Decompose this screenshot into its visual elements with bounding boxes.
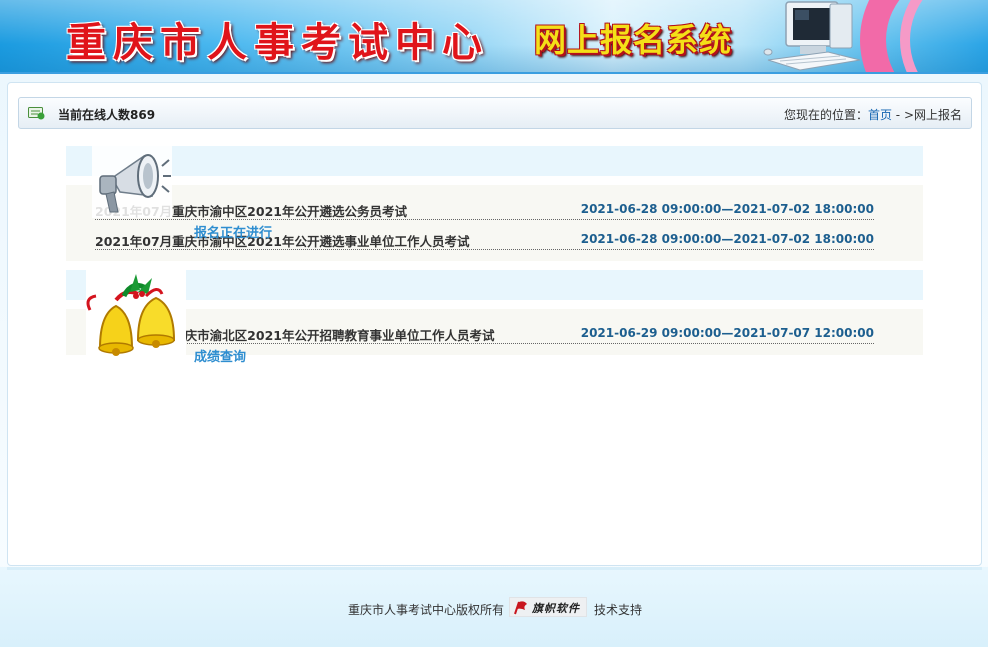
- online-count: 当前在线人数869: [58, 108, 156, 122]
- site-title: 重庆市人事考试中心: [66, 19, 489, 66]
- copyright-text: 重庆市人事考试中心版权所有: [348, 603, 505, 617]
- footer-divider: [7, 567, 982, 570]
- online-users-icon: [28, 107, 45, 120]
- section-header-scores: [66, 270, 923, 300]
- computer-icon: [763, 1, 861, 71]
- system-title: 网上报名系统: [534, 21, 733, 59]
- exam-name[interactable]: 2021年07月重庆市渝中区2021年公开遴选事业单位工作人员考试: [95, 231, 469, 250]
- flag-logo-icon: [514, 601, 527, 615]
- breadcrumb-home-link[interactable]: 首页: [868, 108, 892, 122]
- status-bar: 当前在线人数869 您现在的位置：首页 - >网上报名: [18, 97, 972, 129]
- site-footer: 重庆市人事考试中心版权所有 旗帜软件 技术支持: [0, 567, 988, 647]
- exam-row[interactable]: 2021年07月重庆市渝北区2021年公开招聘教育事业单位工作人员考试 2021…: [95, 314, 874, 344]
- exam-row[interactable]: 2021年07月重庆市渝中区2021年公开遴选公务员考试 2021-06-28 …: [95, 190, 874, 220]
- megaphone-icon: [92, 146, 172, 218]
- site-header: 重庆市人事考试中心 网上报名系统: [0, 0, 988, 74]
- breadcrumb-label: 您现在的位置：: [783, 108, 868, 122]
- header-decoration-inner: [900, 0, 988, 74]
- bells-icon: [86, 270, 186, 358]
- breadcrumb-current: - >网上报名: [891, 108, 962, 122]
- tech-support-text: 技术支持: [594, 603, 643, 617]
- brand-logo[interactable]: 旗帜软件: [509, 597, 587, 617]
- header-divider: [0, 72, 988, 74]
- section-header-registration: [66, 146, 923, 176]
- breadcrumb: 您现在的位置：首页 - >网上报名: [784, 106, 962, 123]
- brand-name: 旗帜软件: [532, 602, 580, 615]
- exam-period: 2021-06-28 09:00:00—2021-07-02 18:00:00: [580, 202, 874, 216]
- exam-period: 2021-06-28 09:00:00—2021-07-02 18:00:00: [580, 232, 874, 246]
- exam-period: 2021-06-29 09:00:00—2021-07-07 12:00:00: [580, 326, 874, 340]
- category-label-scores[interactable]: 成绩查询: [194, 346, 246, 365]
- category-label-registration[interactable]: 报名正在进行: [194, 222, 272, 241]
